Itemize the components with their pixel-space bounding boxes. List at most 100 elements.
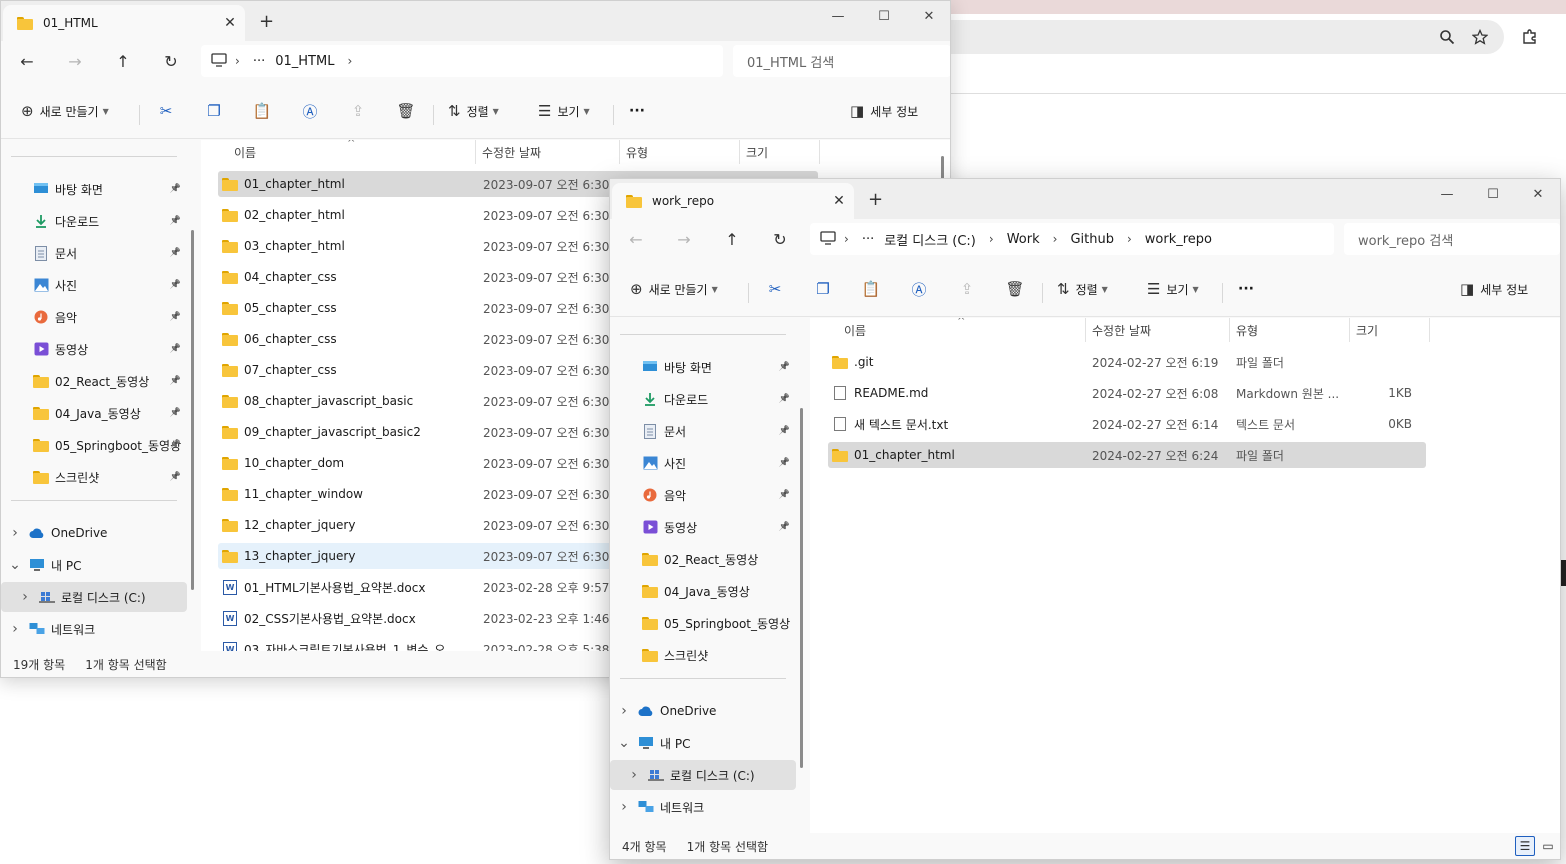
address-ellipsis[interactable]: ··· [253,54,265,69]
chevron-right-icon[interactable]: › [989,232,994,246]
view-button[interactable]: ☰ 보기 ▼ [1147,275,1199,303]
view-button[interactable]: ☰ 보기 ▼ [538,97,590,125]
new-tab-button[interactable]: + [868,189,883,210]
nav-tree-item[interactable]: › 네트워크 [1,614,187,644]
more-options-button[interactable]: ··· [629,97,645,125]
address-bar[interactable]: › ··· 01_HTML › [201,45,723,77]
zoom-icon[interactable] [1436,26,1458,48]
column-size[interactable]: 크기 [1350,318,1430,342]
nav-quick-item[interactable]: 문서 📌 [1,238,187,268]
nav-quick-item[interactable]: 04_Java_동영상 [610,576,796,606]
copy-icon[interactable]: ❐ [202,99,226,123]
chevron-right-icon[interactable]: › [626,767,642,783]
share-icon[interactable]: ⇪ [955,277,979,301]
search-input[interactable]: work_repo 검색 [1344,223,1560,255]
nav-tree-item[interactable]: › OneDrive [1,518,187,548]
nav-quick-item[interactable]: 사진 📌 [1,270,187,300]
chevron-down-icon[interactable]: ⌄ [616,735,632,751]
copy-icon[interactable]: ❐ [811,277,835,301]
file-row[interactable]: 새 텍스트 문서.txt 2024-02-27 오전 6:14 텍스트 문서 0KB [828,411,1426,437]
up-button[interactable]: ↑ [109,49,137,73]
browser-address-bar[interactable] [940,20,1504,54]
cut-icon[interactable]: ✂ [154,99,178,123]
refresh-button[interactable]: ↻ [157,49,185,73]
nav-quick-item[interactable]: 02_React_동영상 [610,544,796,574]
chevron-right-icon[interactable]: › [347,54,352,68]
star-icon[interactable] [1469,26,1491,48]
nav-quick-item[interactable]: 05_Springboot_동영상 📌 [1,430,187,460]
close-window-button[interactable]: ✕ [1515,179,1560,209]
address-segment-work[interactable]: Work [1007,232,1040,247]
delete-icon[interactable]: 🗑 [394,99,418,123]
nav-quick-item[interactable]: 문서 📌 [610,416,796,446]
address-segment-work-repo[interactable]: work_repo [1145,232,1212,247]
nav-tree-item[interactable]: ⌄ 내 PC [610,728,796,758]
nav-quick-item[interactable]: 02_React_동영상 📌 [1,366,187,396]
delete-icon[interactable]: 🗑 [1003,277,1027,301]
back-button[interactable]: ← [622,227,650,251]
back-button[interactable]: ← [13,49,41,73]
nav-quick-item[interactable]: 스크린샷 📌 [1,462,187,492]
up-button[interactable]: ↑ [718,227,746,251]
column-type[interactable]: 유형 [620,140,740,164]
cut-icon[interactable]: ✂ [763,277,787,301]
chevron-right-icon[interactable]: › [616,703,632,719]
forward-button[interactable]: → [670,227,698,251]
more-options-button[interactable]: ··· [1238,275,1254,303]
nav-scrollbar[interactable] [191,230,194,590]
close-tab-icon[interactable]: ✕ [215,15,245,31]
search-input[interactable]: 01_HTML 검색 [733,45,950,77]
file-row[interactable]: 01_chapter_html 2024-02-27 오전 6:24 파일 폴더 [828,442,1426,468]
sort-button[interactable]: ⇅ 정렬 ▼ [1057,275,1108,303]
nav-scrollbar[interactable] [800,408,803,768]
nav-quick-item[interactable]: 다운로드 📌 [610,384,796,414]
chevron-right-icon[interactable]: › [7,621,23,637]
chevron-right-icon[interactable]: › [1053,232,1058,246]
nav-quick-item[interactable]: 바탕 화면 📌 [610,352,796,382]
details-button[interactable]: ◨ 세부 정보 [850,97,918,125]
extensions-icon[interactable] [1519,26,1541,48]
nav-quick-item[interactable]: 동영상 📌 [1,334,187,364]
forward-button[interactable]: → [61,49,89,73]
chevron-right-icon[interactable]: › [1127,232,1132,246]
nav-quick-item[interactable]: 음악 📌 [610,480,796,510]
address-segment[interactable]: 01_HTML [275,54,334,69]
new-button[interactable]: ⊕ 새로 만들기 ▼ [21,97,109,125]
sort-button[interactable]: ⇅ 정렬 ▼ [448,97,499,125]
chevron-down-icon[interactable]: ⌄ [7,557,23,573]
nav-quick-item[interactable]: 스크린샷 [610,640,796,670]
address-segment-github[interactable]: Github [1070,232,1114,247]
paste-icon[interactable]: 📋 [250,99,274,123]
maximize-button[interactable]: ☐ [861,1,907,31]
column-date[interactable]: 수정한 날짜 [476,140,620,164]
close-window-button[interactable]: ✕ [906,1,950,31]
file-row[interactable]: .git 2024-02-27 오전 6:19 파일 폴더 [828,349,1426,375]
tab-01-html[interactable]: 01_HTML ✕ [3,5,245,41]
rename-icon[interactable]: Ⓐ [298,99,322,123]
tab-work-repo[interactable]: work_repo ✕ [612,183,854,219]
chevron-right-icon[interactable]: › [17,589,33,605]
nav-tree-item[interactable]: ⌄ 내 PC [1,550,187,580]
address-segment-disk[interactable]: 로컬 디스크 (C:) [884,230,976,249]
new-button[interactable]: ⊕ 새로 만들기 ▼ [630,275,718,303]
rename-icon[interactable]: Ⓐ [907,277,931,301]
chevron-right-icon[interactable]: › [616,799,632,815]
column-date[interactable]: 수정한 날짜 [1086,318,1230,342]
details-button[interactable]: ◨ 세부 정보 [1460,275,1528,303]
new-tab-button[interactable]: + [259,11,274,32]
chevron-right-icon[interactable]: › [7,525,23,541]
nav-tree-item[interactable]: › 네트워크 [610,792,796,822]
nav-tree-item[interactable]: › OneDrive [610,696,796,726]
nav-quick-item[interactable]: 05_Springboot_동영상 [610,608,796,638]
nav-quick-item[interactable]: 사진 📌 [610,448,796,478]
address-ellipsis[interactable]: ··· [862,232,874,247]
paste-icon[interactable]: 📋 [859,277,883,301]
tiles-view-toggle[interactable]: ▭ [1538,836,1558,856]
nav-quick-item[interactable]: 04_Java_동영상 📌 [1,398,187,428]
nav-quick-item[interactable]: 다운로드 📌 [1,206,187,236]
details-view-toggle[interactable]: ☰ [1515,836,1535,856]
column-type[interactable]: 유형 [1230,318,1350,342]
share-icon[interactable]: ⇪ [346,99,370,123]
address-bar[interactable]: › ··· 로컬 디스크 (C:) › Work › Github › work… [810,223,1334,255]
refresh-button[interactable]: ↻ [766,227,794,251]
